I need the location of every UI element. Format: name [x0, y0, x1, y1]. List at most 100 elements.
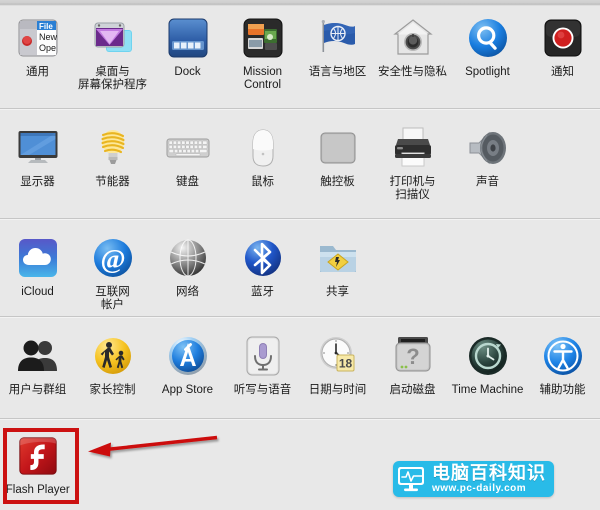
mission-control-icon — [239, 14, 287, 62]
site-watermark: 电脑百科知识 www.pc-daily.com — [393, 461, 554, 497]
keyboard-icon — [164, 124, 212, 172]
svg-text:?: ? — [406, 344, 419, 369]
group-separator-1 — [0, 108, 600, 110]
trackpad-icon — [314, 124, 362, 172]
pref-item-dictation-speech[interactable]: 听写与语音 — [225, 332, 300, 397]
window-top-edge — [0, 0, 600, 6]
system-preferences-window: File New Ope 通用 桌面与 屏幕保护程序 Dock Mission … — [0, 0, 600, 510]
pref-item-label: 用户与群组 — [8, 384, 67, 396]
notifications-icon — [539, 14, 587, 62]
pref-item-label: 键盘 — [176, 176, 199, 188]
language-region-icon — [314, 14, 362, 62]
svg-text:New: New — [39, 32, 58, 42]
pref-item-label: 触控板 — [320, 176, 355, 188]
pref-item-accessibility[interactable]: 辅助功能 — [525, 332, 600, 397]
pref-item-printers-scanners[interactable]: 打印机与 扫描仪 — [375, 124, 450, 201]
mouse-icon — [239, 124, 287, 172]
pref-cell-empty — [525, 124, 600, 201]
pref-item-network[interactable]: 网络 — [150, 234, 225, 311]
pref-item-label: 安全性与隐私 — [378, 66, 447, 78]
pref-item-trackpad[interactable]: 触控板 — [300, 124, 375, 201]
pref-item-keyboard[interactable]: 键盘 — [150, 124, 225, 201]
preference-group-internet: iCloud @ 互联网 帐户 网络 蓝牙 共享 — [0, 234, 600, 311]
group-separator-4 — [0, 418, 600, 420]
displays-icon — [14, 124, 62, 172]
preference-group-system: 用户与群组 家长控制 App Store 听写与语音 18 日期与时间 ? 启动… — [0, 332, 600, 397]
svg-text:@: @ — [100, 244, 125, 274]
pref-item-label: 通知 — [551, 66, 574, 78]
monitor-pulse-icon — [397, 466, 427, 492]
users-groups-icon — [14, 332, 62, 380]
flash-player-highlight-box — [3, 428, 79, 504]
pref-item-label: 桌面与 屏幕保护程序 — [78, 66, 147, 91]
pref-cell-empty — [525, 234, 600, 311]
pref-item-label: 通用 — [26, 66, 49, 78]
pref-cell-empty — [450, 234, 525, 311]
pref-item-label: 启动磁盘 — [389, 384, 436, 396]
pref-item-label: 蓝牙 — [251, 286, 274, 298]
pref-item-mission-control[interactable]: Mission Control — [225, 14, 300, 91]
pref-item-label: 打印机与 扫描仪 — [389, 176, 436, 201]
pref-item-security-privacy[interactable]: 安全性与隐私 — [375, 14, 450, 91]
pref-item-startup-disk[interactable]: ? 启动磁盘 — [375, 332, 450, 397]
preference-group-hardware: 显示器 节能器 键盘 鼠标 触控板 打印机与 扫描仪 声音 — [0, 124, 600, 201]
pref-item-label: 鼠标 — [251, 176, 274, 188]
network-icon — [164, 234, 212, 282]
preference-group-personal: File New Ope 通用 桌面与 屏幕保护程序 Dock Mission … — [0, 14, 600, 91]
svg-text:File: File — [39, 22, 53, 31]
time-machine-icon — [464, 332, 512, 380]
pref-item-label: Time Machine — [451, 384, 524, 396]
parental-controls-icon — [89, 332, 137, 380]
general-icon: File New Ope — [14, 14, 62, 62]
pref-item-time-machine[interactable]: Time Machine — [450, 332, 525, 397]
pref-item-label: 家长控制 — [89, 384, 136, 396]
pref-item-label: 日期与时间 — [308, 384, 367, 396]
watermark-site-name: 电脑百科知识 — [432, 463, 546, 483]
icloud-icon — [14, 234, 62, 282]
pref-item-label: 声音 — [476, 176, 499, 188]
pref-item-desktop-screensaver[interactable]: 桌面与 屏幕保护程序 — [75, 14, 150, 91]
spotlight-icon — [464, 14, 512, 62]
printers-scanners-icon — [389, 124, 437, 172]
startup-disk-icon: ? — [389, 332, 437, 380]
internet-accounts-icon: @ — [89, 234, 137, 282]
pref-item-label: 节能器 — [95, 176, 130, 188]
pref-item-general[interactable]: File New Ope 通用 — [0, 14, 75, 91]
pref-item-label: Spotlight — [465, 66, 510, 78]
svg-text:Ope: Ope — [39, 43, 56, 53]
pref-item-internet-accounts[interactable]: @ 互联网 帐户 — [75, 234, 150, 311]
pref-item-language-region[interactable]: 语言与地区 — [300, 14, 375, 91]
pref-item-label: 网络 — [176, 286, 199, 298]
pref-item-icloud[interactable]: iCloud — [0, 234, 75, 311]
pref-item-label: 听写与语音 — [233, 384, 292, 396]
pref-item-bluetooth[interactable]: 蓝牙 — [225, 234, 300, 311]
pref-item-label: 共享 — [326, 286, 349, 298]
pref-item-label: iCloud — [21, 286, 54, 298]
pref-cell-empty — [375, 234, 450, 311]
bluetooth-icon — [239, 234, 287, 282]
pref-item-date-time[interactable]: 18 日期与时间 — [300, 332, 375, 397]
pref-item-label: 辅助功能 — [539, 384, 586, 396]
pref-item-parental-controls[interactable]: 家长控制 — [75, 332, 150, 397]
pref-item-spotlight[interactable]: Spotlight — [450, 14, 525, 91]
pref-item-mouse[interactable]: 鼠标 — [225, 124, 300, 201]
pref-item-dock[interactable]: Dock — [150, 14, 225, 91]
pref-item-users-groups[interactable]: 用户与群组 — [0, 332, 75, 397]
sound-icon — [464, 124, 512, 172]
pref-item-app-store[interactable]: App Store — [150, 332, 225, 397]
pref-item-sharing[interactable]: 共享 — [300, 234, 375, 311]
pref-item-notifications[interactable]: 通知 — [525, 14, 600, 91]
pref-item-label: Dock — [174, 66, 201, 78]
security-privacy-icon — [389, 14, 437, 62]
group-separator-3 — [0, 316, 600, 318]
group-separator-2 — [0, 218, 600, 220]
svg-text:18: 18 — [338, 357, 352, 371]
energy-saver-icon — [89, 124, 137, 172]
sharing-icon — [314, 234, 362, 282]
pref-item-label: 互联网 帐户 — [95, 286, 130, 311]
pref-item-displays[interactable]: 显示器 — [0, 124, 75, 201]
pref-item-energy-saver[interactable]: 节能器 — [75, 124, 150, 201]
pref-item-label: 显示器 — [20, 176, 55, 188]
app-store-icon — [164, 332, 212, 380]
pref-item-sound[interactable]: 声音 — [450, 124, 525, 201]
